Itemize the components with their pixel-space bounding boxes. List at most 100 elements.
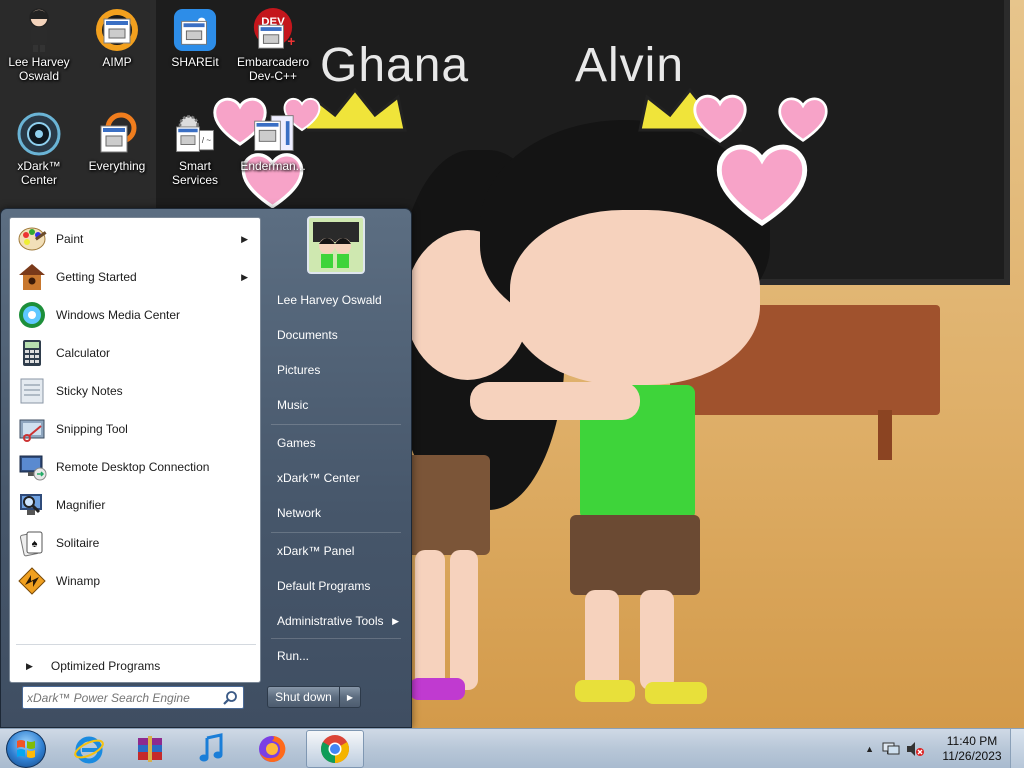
program-remote-desktop[interactable]: Remote Desktop Connection (12, 449, 258, 485)
start-link-run[interactable]: Run... (267, 640, 403, 672)
aimp-icon (95, 8, 139, 52)
media-center-icon (16, 299, 48, 331)
svg-text:♠: ♠ (32, 538, 38, 550)
desktop-icon-label: Embarcadero Dev-C++ (236, 55, 310, 83)
snipping-tool-icon (16, 413, 48, 445)
wallpaper-boy-shoe (645, 682, 707, 704)
start-link-label: Administrative Tools (277, 614, 384, 628)
start-link-documents[interactable]: Documents (267, 319, 403, 351)
show-hidden-icons-arrow-icon[interactable]: ▲ (865, 744, 874, 754)
clock-date: 11/26/2023 (942, 749, 1002, 763)
user-account-picture[interactable] (307, 216, 365, 274)
shutdown-options-arrow-icon[interactable]: ▶ (340, 687, 360, 707)
everything-icon (95, 112, 139, 156)
program-magnifier[interactable]: Magnifier (12, 487, 258, 523)
wallpaper-boy-face (510, 210, 760, 385)
start-link-label: Run... (277, 649, 310, 663)
music-note-icon (199, 733, 223, 762)
desktop-icon-user-folder[interactable]: Lee Harvey Oswald (0, 8, 78, 83)
right-column-divider (271, 424, 401, 425)
desktop-icon-everything[interactable]: Everything (78, 112, 156, 173)
start-search-box[interactable] (22, 686, 244, 709)
start-search-input[interactable] (27, 689, 217, 706)
show-desktop-button[interactable] (1010, 729, 1024, 768)
wallpaper-boy-shoe (575, 680, 635, 702)
start-link-administrative-tools[interactable]: Administrative Tools ▶ (267, 605, 403, 637)
program-label: Solitaire (56, 536, 100, 550)
start-link-label: Lee Harvey Oswald (277, 293, 382, 307)
wallpaper-girl-leg (450, 550, 478, 690)
wallpaper-boy-arm (470, 382, 640, 420)
start-link-label: Pictures (277, 363, 321, 377)
program-snipping-tool[interactable]: Snipping Tool (12, 411, 258, 447)
paint-icon (16, 223, 48, 255)
program-label: Calculator (56, 346, 111, 360)
start-link-games[interactable]: Games (267, 427, 403, 459)
wallpaper-girl-leg (415, 550, 445, 690)
desktop-icon-devcpp[interactable]: DEV + Embarcadero Dev-C++ (234, 8, 312, 83)
right-column-divider (271, 638, 401, 639)
start-link-user-folder[interactable]: Lee Harvey Oswald (267, 284, 403, 316)
wallpaper-boy-leg (585, 590, 619, 690)
taskbar-music-player[interactable] (182, 730, 240, 768)
start-button[interactable] (6, 730, 46, 768)
program-getting-started[interactable]: Getting Started ▶ (12, 259, 258, 295)
start-menu: Paint ▶ Getting Started ▶ Windows Media … (0, 208, 412, 728)
desktop-icon-label: xDark™ Center (17, 159, 61, 187)
chrome-icon (321, 735, 349, 763)
shutdown-button[interactable]: Shut down (268, 687, 340, 707)
program-sticky-notes[interactable]: Sticky Notes (12, 373, 258, 409)
volume-muted-icon[interactable] (906, 741, 924, 757)
programs-divider (16, 644, 256, 645)
svg-text:/ ~: / ~ (202, 136, 211, 145)
start-link-label: xDark™ Center (277, 471, 360, 485)
taskbar-winrar[interactable] (121, 730, 179, 768)
internet-explorer-icon (74, 736, 104, 764)
desktop-icon-aimp[interactable]: AIMP (78, 8, 156, 69)
start-link-music[interactable]: Music (267, 389, 403, 421)
firefox-icon (259, 735, 286, 762)
taskbar: ▲ 11:40 PM 11/26/2023 (0, 728, 1024, 768)
svg-text:+: + (287, 34, 295, 49)
start-link-label: Default Programs (277, 579, 371, 593)
desktop-icon-smart-services[interactable]: / ~ Smart Services (156, 112, 234, 187)
start-link-default-programs[interactable]: Default Programs (267, 570, 403, 602)
program-label: Paint (56, 232, 84, 246)
search-icon[interactable] (222, 690, 238, 706)
program-calculator[interactable]: Calculator (12, 335, 258, 371)
program-windows-media-center[interactable]: Windows Media Center (12, 297, 258, 333)
desktop-icon-label: SHAREit (171, 55, 219, 69)
network-icon[interactable] (882, 741, 900, 757)
winrar-icon (138, 736, 162, 762)
all-programs-button[interactable]: ▶ Optimized Programs (20, 650, 256, 682)
desktop-icon-shareit[interactable]: SHAREit (156, 8, 234, 69)
program-solitaire[interactable]: ♠ Solitaire (12, 525, 258, 561)
taskbar-chrome[interactable] (306, 730, 364, 768)
taskbar-firefox[interactable] (243, 730, 301, 768)
program-label: Magnifier (56, 498, 106, 512)
taskbar-internet-explorer[interactable] (60, 730, 118, 768)
user-figure-icon (17, 8, 61, 52)
clock-time: 11:40 PM (946, 734, 998, 748)
start-link-network[interactable]: Network (267, 497, 403, 529)
all-programs-label: Optimized Programs (50, 659, 161, 673)
desktop-icon-xdark-center[interactable]: xDark™ Center (0, 112, 78, 187)
program-winamp[interactable]: Winamp (12, 563, 258, 599)
right-column-divider (271, 532, 401, 533)
chevron-right-icon: ▶ (26, 660, 33, 671)
start-link-label: Network (277, 506, 322, 520)
program-label: Winamp (56, 574, 101, 588)
program-label: Remote Desktop Connection (56, 460, 210, 474)
taskbar-clock[interactable]: 11:40 PM 11/26/2023 (934, 734, 1010, 764)
sticky-notes-icon (16, 375, 48, 407)
start-link-xdark-center[interactable]: xDark™ Center (267, 462, 403, 494)
start-link-xdark-panel[interactable]: xDark™ Panel (267, 535, 403, 567)
desktop-icon-enderman[interactable]: Enderman... (234, 112, 312, 173)
desktop-icon-label: Lee Harvey Oswald (8, 55, 70, 83)
program-label: Sticky Notes (56, 384, 123, 398)
program-paint[interactable]: Paint ▶ (12, 221, 258, 257)
system-tray: ▲ 11:40 PM 11/26/2023 (865, 729, 1024, 768)
program-label: Windows Media Center (56, 308, 181, 322)
start-link-pictures[interactable]: Pictures (267, 354, 403, 386)
wallpaper-heart (716, 144, 808, 227)
